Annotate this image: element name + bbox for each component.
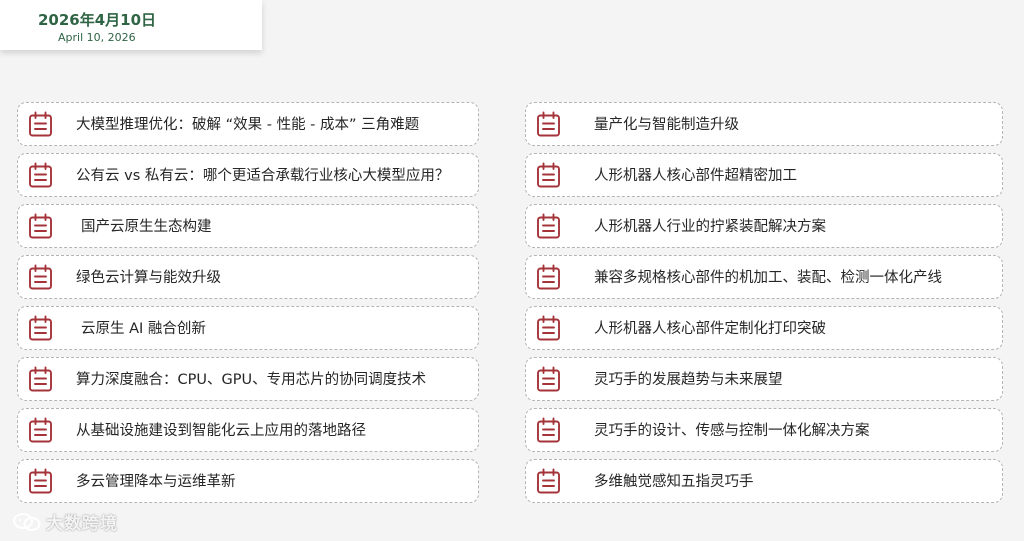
agenda-item-label: 从基础设施建设到智能化云上应用的落地路径 <box>76 423 366 439</box>
agenda-item[interactable]: 绿色云计算与能效升级 <box>17 255 479 299</box>
agenda-item[interactable]: 人形机器人核心部件定制化打印突破 <box>525 306 1003 350</box>
calendar-list-icon <box>29 264 52 290</box>
agenda-item-label: 大模型推理优化：破解 “效果 - 性能 - 成本” 三角难题 <box>76 117 420 133</box>
agenda-item-label: 多维触觉感知五指灵巧手 <box>594 474 754 490</box>
agenda-item-label: 绿色云计算与能效升级 <box>76 270 221 286</box>
agenda-item[interactable]: 人形机器人核心部件超精密加工 <box>525 153 1003 197</box>
calendar-list-icon <box>537 111 560 137</box>
calendar-list-icon <box>537 468 560 494</box>
agenda-item[interactable]: 大模型推理优化：破解 “效果 - 性能 - 成本” 三角难题 <box>17 102 479 146</box>
agenda-item[interactable]: 人形机器人行业的拧紧装配解决方案 <box>525 204 1003 248</box>
agenda-item[interactable]: 灵巧手的设计、传感与控制一体化解决方案 <box>525 408 1003 452</box>
date-card: 2026年4月10日 April 10, 2026 <box>0 0 262 50</box>
agenda-item-label: 灵巧手的发展趋势与未来展望 <box>594 372 783 388</box>
calendar-list-icon <box>29 468 52 494</box>
agenda-item-label: 云原生 AI 融合创新 <box>81 321 206 337</box>
calendar-list-icon <box>29 417 52 443</box>
agenda-item[interactable]: 国产云原生生态构建 <box>17 204 479 248</box>
calendar-list-icon <box>537 162 560 188</box>
calendar-list-icon <box>29 111 52 137</box>
agenda-item-label: 人形机器人行业的拧紧装配解决方案 <box>594 219 826 235</box>
agenda-item-label: 国产云原生生态构建 <box>81 219 212 235</box>
agenda-column-right: 量产化与智能制造升级 人形机器人核心部件超精密加工 人形机器人行业的拧紧装配解决… <box>525 102 1003 503</box>
agenda-item[interactable]: 多云管理降本与运维革新 <box>17 459 479 503</box>
agenda-item[interactable]: 算力深度融合：CPU、GPU、专用芯片的协同调度技术 <box>17 357 479 401</box>
agenda-item-label: 量产化与智能制造升级 <box>594 117 739 133</box>
calendar-list-icon <box>29 366 52 392</box>
agenda-item-label: 人形机器人核心部件定制化打印突破 <box>594 321 826 337</box>
watermark: 大数跨境 <box>12 509 118 534</box>
agenda-item[interactable]: 量产化与智能制造升级 <box>525 102 1003 146</box>
date-title: 2026年4月10日 <box>38 11 157 29</box>
agenda-item-label: 灵巧手的设计、传感与控制一体化解决方案 <box>594 423 870 439</box>
calendar-list-icon <box>537 264 560 290</box>
calendar-list-icon <box>537 213 560 239</box>
wechat-logo-icon <box>13 512 41 531</box>
agenda-item[interactable]: 多维触觉感知五指灵巧手 <box>525 459 1003 503</box>
agenda-item[interactable]: 兼容多规格核心部件的机加工、装配、检测一体化产线 <box>525 255 1003 299</box>
agenda-item-label: 人形机器人核心部件超精密加工 <box>594 168 797 184</box>
agenda-item-label: 多云管理降本与运维革新 <box>76 474 236 490</box>
calendar-list-icon <box>29 213 52 239</box>
watermark-text: 大数跨境 <box>46 514 118 534</box>
calendar-list-icon <box>537 315 560 341</box>
calendar-list-icon <box>29 162 52 188</box>
calendar-list-icon <box>537 417 560 443</box>
agenda-item[interactable]: 从基础设施建设到智能化云上应用的落地路径 <box>17 408 479 452</box>
date-subtitle: April 10, 2026 <box>58 31 136 44</box>
agenda-item[interactable]: 公有云 vs 私有云：哪个更适合承载行业核心大模型应用？ <box>17 153 479 197</box>
agenda-item-label: 公有云 vs 私有云：哪个更适合承载行业核心大模型应用？ <box>76 168 450 184</box>
agenda-item[interactable]: 灵巧手的发展趋势与未来展望 <box>525 357 1003 401</box>
agenda-column-left: 大模型推理优化：破解 “效果 - 性能 - 成本” 三角难题 公有云 vs 私有… <box>17 102 479 503</box>
agenda-item[interactable]: 云原生 AI 融合创新 <box>17 306 479 350</box>
calendar-list-icon <box>537 366 560 392</box>
agenda-item-label: 兼容多规格核心部件的机加工、装配、检测一体化产线 <box>594 270 942 286</box>
calendar-list-icon <box>29 315 52 341</box>
agenda-item-label: 算力深度融合：CPU、GPU、专用芯片的协同调度技术 <box>76 372 427 388</box>
